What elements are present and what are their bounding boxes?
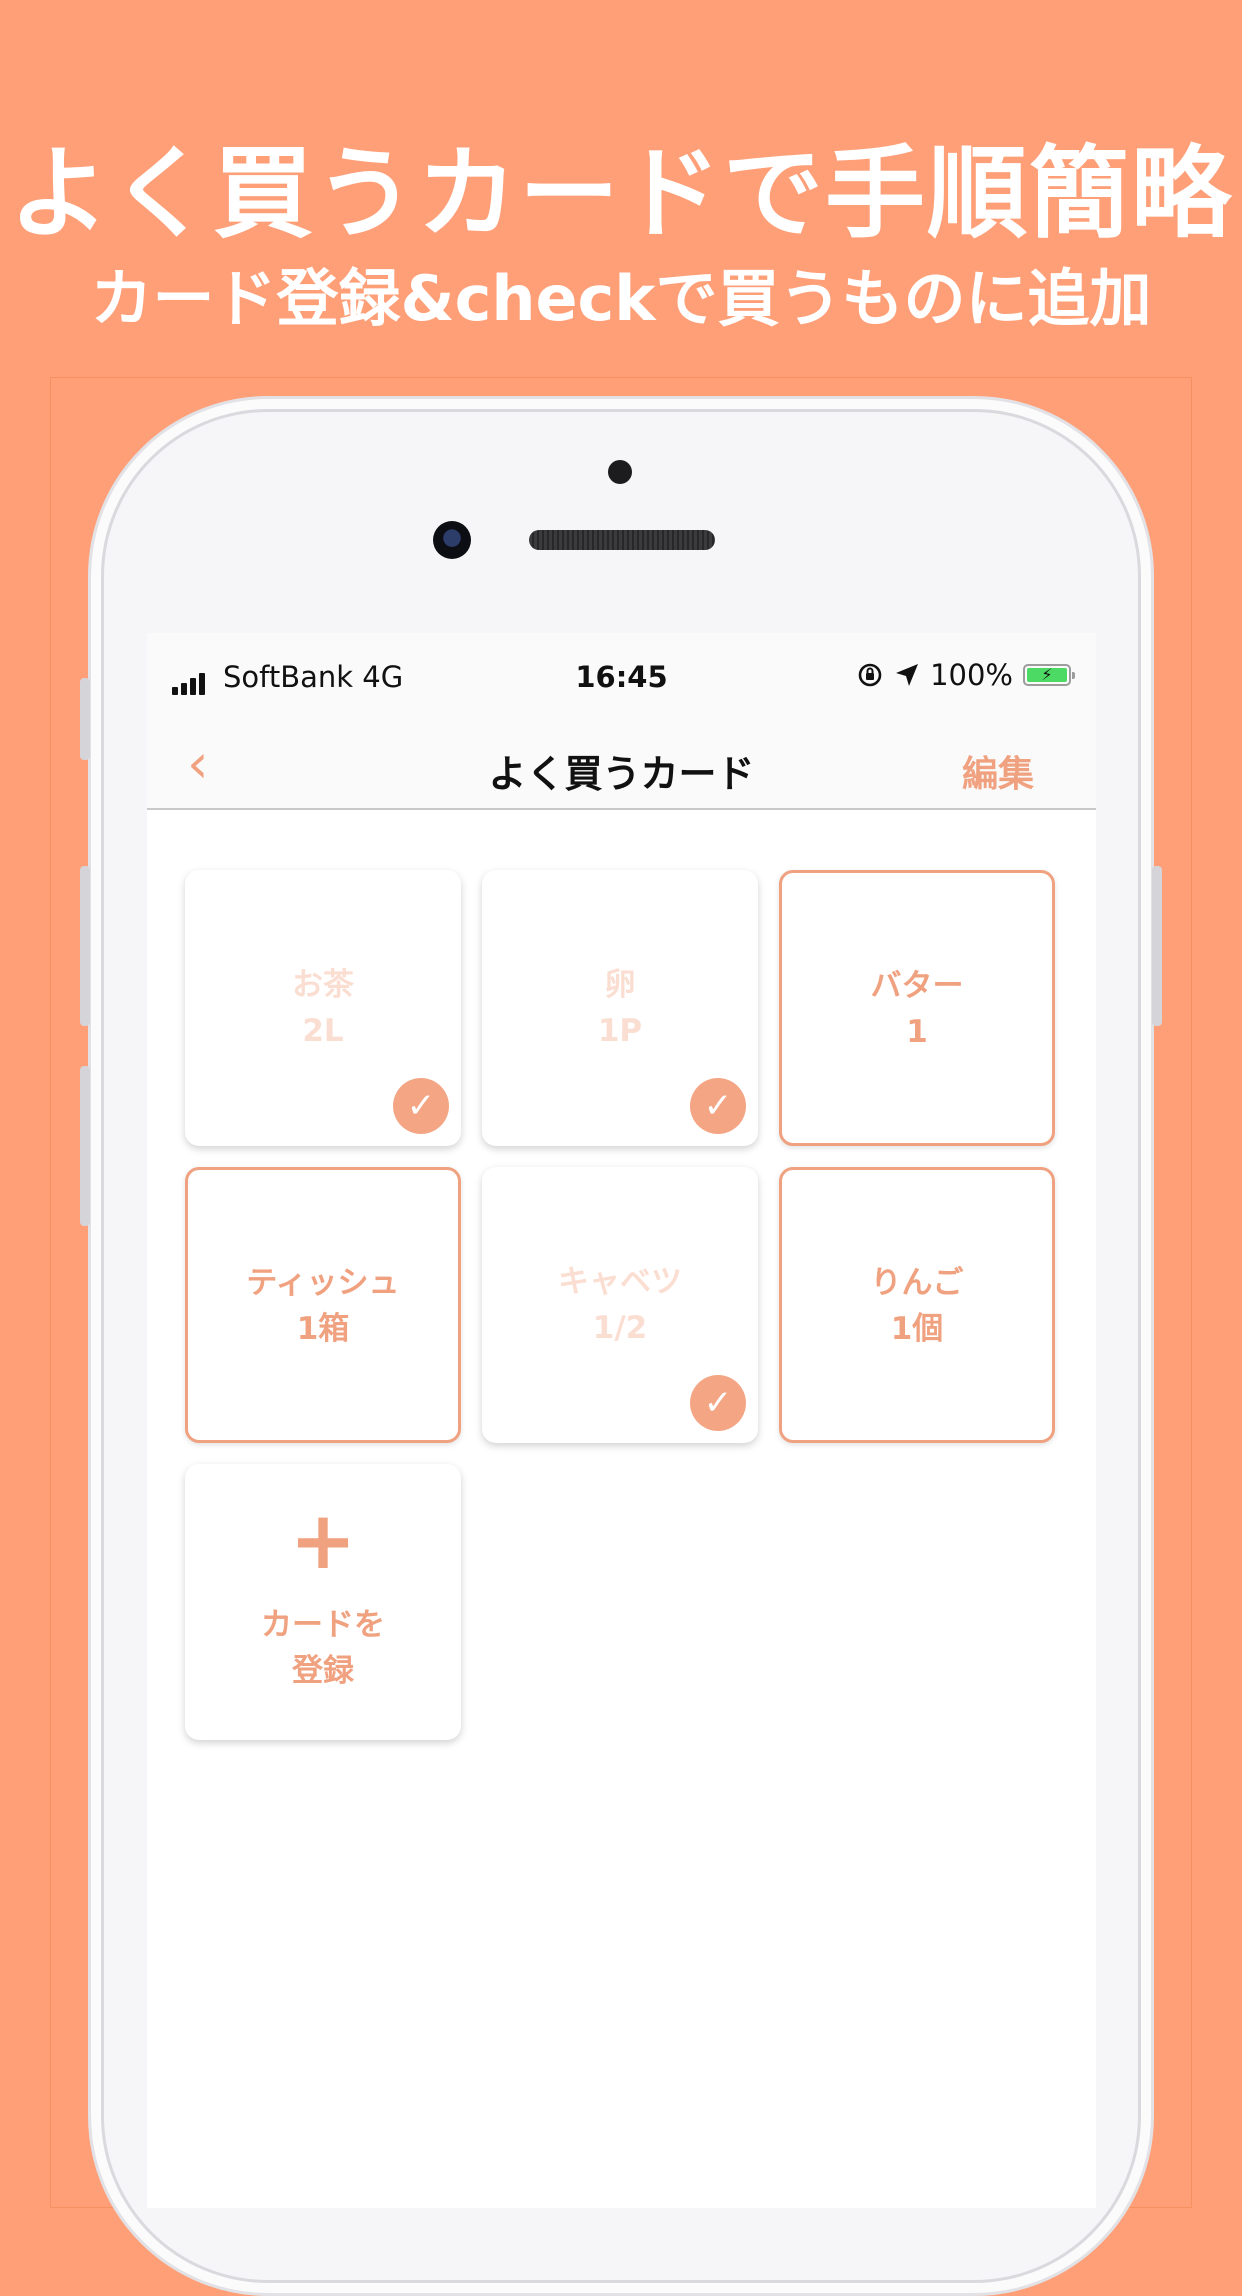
check-icon[interactable]: ✓ [690,1078,746,1134]
card-name: りんご [870,1265,964,1301]
rotation-lock-icon [858,663,882,687]
card-qty: 1個 [890,1311,944,1347]
add-card-button[interactable]: + カードを登録 [185,1464,461,1740]
card-name: ティッシュ [246,1265,400,1301]
card-name: バター [870,968,964,1004]
card-qty: 1 [906,1014,928,1050]
card-label: ティッシュ 1箱 [188,1260,458,1352]
power-button [1152,866,1162,1026]
status-bar: SoftBank 4G 16:45 100% ⚡ [147,633,1096,721]
card-qty: 1P [597,1013,643,1049]
navigation-bar: ‹ よく買うカード 編集 [147,721,1096,810]
volume-down-button [80,1066,90,1226]
card-label: りんご 1個 [782,1260,1052,1352]
promo-subtitle: カード登録&checkで買うものに追加 [90,262,1152,335]
plus-icon: + [289,1494,357,1587]
card-item[interactable]: ティッシュ 1箱 [185,1167,461,1443]
card-qty: 1/2 [592,1310,648,1346]
card-label: バター 1 [782,963,1052,1055]
card-item[interactable]: りんご 1個 [779,1167,1055,1443]
app-screen: SoftBank 4G 16:45 100% ⚡ ‹ よく買うカード 編集 お茶… [147,633,1096,2208]
proximity-sensor [608,460,632,484]
card-label: キャベツ 1/2 [482,1259,758,1351]
promo-title: よく買うカードで手順簡略 [9,135,1233,252]
page-title: よく買うカード [488,752,755,796]
add-card-label: カードを 登録 [185,1602,461,1694]
battery-percent: 100% [930,658,1013,692]
silent-switch [80,678,90,760]
card-name: キャベツ [558,1264,682,1300]
card-qty: 1箱 [296,1311,350,1347]
card-item[interactable]: バター 1 [779,870,1055,1146]
battery-icon: ⚡ [1023,664,1075,686]
card-name: お茶 [292,967,354,1003]
card-item[interactable]: キャベツ 1/2 ✓ [482,1167,758,1443]
card-name: 卵 [604,967,636,1003]
edit-button[interactable]: 編集 [962,745,1034,797]
volume-up-button [80,866,90,1026]
check-icon[interactable]: ✓ [393,1078,449,1134]
add-card-line1: カードを [261,1607,385,1643]
front-camera-icon [433,521,471,559]
card-item[interactable]: お茶 2L ✓ [185,870,461,1146]
add-card-line2: 登録 [292,1653,354,1689]
check-icon[interactable]: ✓ [690,1375,746,1431]
status-right-group: 100% ⚡ [856,655,1075,695]
location-arrow-icon [896,664,919,686]
earpiece-speaker [529,530,715,550]
card-label: 卵 1P [482,962,758,1054]
card-qty: 2L [302,1013,344,1049]
card-item[interactable]: 卵 1P ✓ [482,870,758,1146]
card-label: お茶 2L [185,962,461,1054]
